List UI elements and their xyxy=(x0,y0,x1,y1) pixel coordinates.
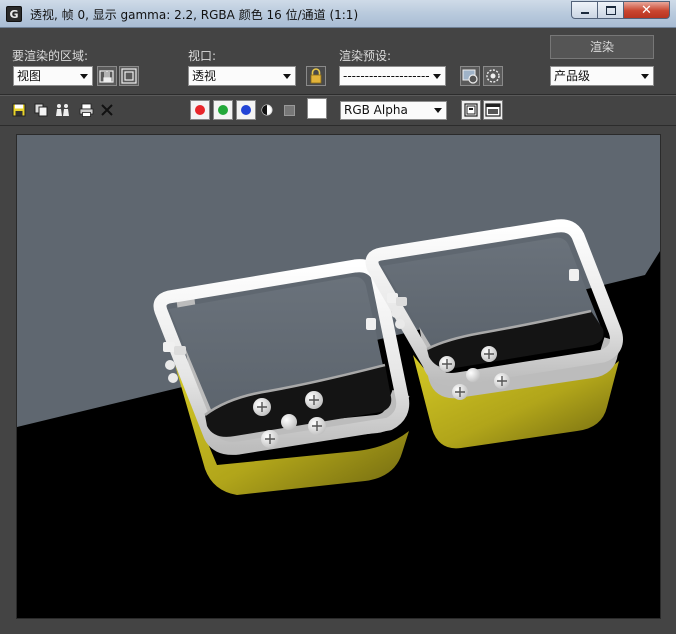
chevron-down-icon xyxy=(641,74,649,79)
copy-image-button[interactable] xyxy=(32,101,50,119)
minimize-icon xyxy=(580,12,589,14)
close-icon: ✕ xyxy=(641,2,652,18)
blue-channel-icon xyxy=(241,105,251,115)
chevron-down-icon xyxy=(283,74,291,79)
save-image-button[interactable] xyxy=(10,101,28,119)
minimize-button[interactable] xyxy=(571,1,598,19)
lock-viewport-button[interactable] xyxy=(306,66,326,86)
window-title: 透视, 帧 0, 显示 gamma: 2.2, RGBA 颜色 16 位/通道 … xyxy=(30,8,359,22)
viewport-label: 视口: xyxy=(188,49,217,63)
render-quality-dropdown[interactable]: 产品级 xyxy=(550,66,654,86)
auto-region-icon xyxy=(121,68,137,84)
display-channel-dropdown[interactable]: RGB Alpha xyxy=(340,101,447,120)
clear-button[interactable] xyxy=(98,101,116,119)
app-icon[interactable]: G xyxy=(6,6,22,22)
render-setup-button[interactable] xyxy=(460,66,480,86)
auto-region-button[interactable] xyxy=(119,66,139,86)
maximize-icon xyxy=(605,5,616,15)
divider xyxy=(0,125,676,126)
background-color-swatch[interactable] xyxy=(307,98,327,119)
clone-window-button[interactable] xyxy=(54,101,72,119)
chevron-down-icon xyxy=(434,108,442,113)
viewport-value: 透视 xyxy=(192,69,217,83)
maximize-button[interactable] xyxy=(598,1,624,19)
print-button[interactable] xyxy=(77,101,95,119)
red-channel-toggle[interactable] xyxy=(190,100,210,120)
red-channel-icon xyxy=(195,105,205,115)
lock-icon xyxy=(310,68,322,84)
clear-icon xyxy=(101,104,113,116)
render-preset-dropdown[interactable]: -------------------- xyxy=(339,66,446,86)
clone-window-icon xyxy=(56,104,69,116)
blue-channel-toggle[interactable] xyxy=(236,100,256,120)
toggle-ui-button[interactable] xyxy=(483,100,503,120)
copy-image-icon xyxy=(34,103,48,117)
render-quality-value: 产品级 xyxy=(554,69,591,83)
toggle-ui-overlay-icon xyxy=(464,103,478,117)
chevron-down-icon xyxy=(433,74,441,79)
print-icon xyxy=(79,103,93,117)
save-image-icon xyxy=(12,103,26,117)
edit-region-icon xyxy=(99,70,114,83)
alpha-channel-icon xyxy=(261,104,273,116)
environment-effects-icon xyxy=(486,69,500,83)
render-area-value: 视图 xyxy=(17,69,42,83)
display-channel-value: RGB Alpha xyxy=(344,103,408,117)
rendered-image xyxy=(17,135,660,618)
window-controls: ✕ xyxy=(571,1,670,19)
edit-region-button[interactable] xyxy=(97,66,117,86)
render-setup-icon xyxy=(462,69,478,84)
chevron-down-icon xyxy=(80,74,88,79)
viewport-dropdown[interactable]: 透视 xyxy=(188,66,296,86)
render-area-label: 要渲染的区域: xyxy=(12,49,89,63)
render-preset-value: -------------------- xyxy=(343,69,430,83)
render-preset-label: 渲染预设: xyxy=(339,49,392,63)
render-area-dropdown[interactable]: 视图 xyxy=(13,66,93,86)
monochrome-toggle[interactable] xyxy=(280,101,298,119)
divider xyxy=(0,95,676,96)
rendered-frame-viewport[interactable] xyxy=(16,134,661,619)
green-channel-toggle[interactable] xyxy=(213,100,233,120)
alpha-channel-toggle[interactable] xyxy=(258,101,276,119)
toggle-ui-icon xyxy=(485,103,501,117)
title-bar[interactable]: G 透视, 帧 0, 显示 gamma: 2.2, RGBA 颜色 16 位/通… xyxy=(0,0,676,28)
toggle-ui-overlay-button[interactable] xyxy=(461,100,481,120)
green-channel-icon xyxy=(218,105,228,115)
environment-effects-button[interactable] xyxy=(483,66,503,86)
close-button[interactable]: ✕ xyxy=(624,1,670,19)
monochrome-icon xyxy=(283,104,295,116)
render-button[interactable]: 渲染 xyxy=(550,35,654,59)
